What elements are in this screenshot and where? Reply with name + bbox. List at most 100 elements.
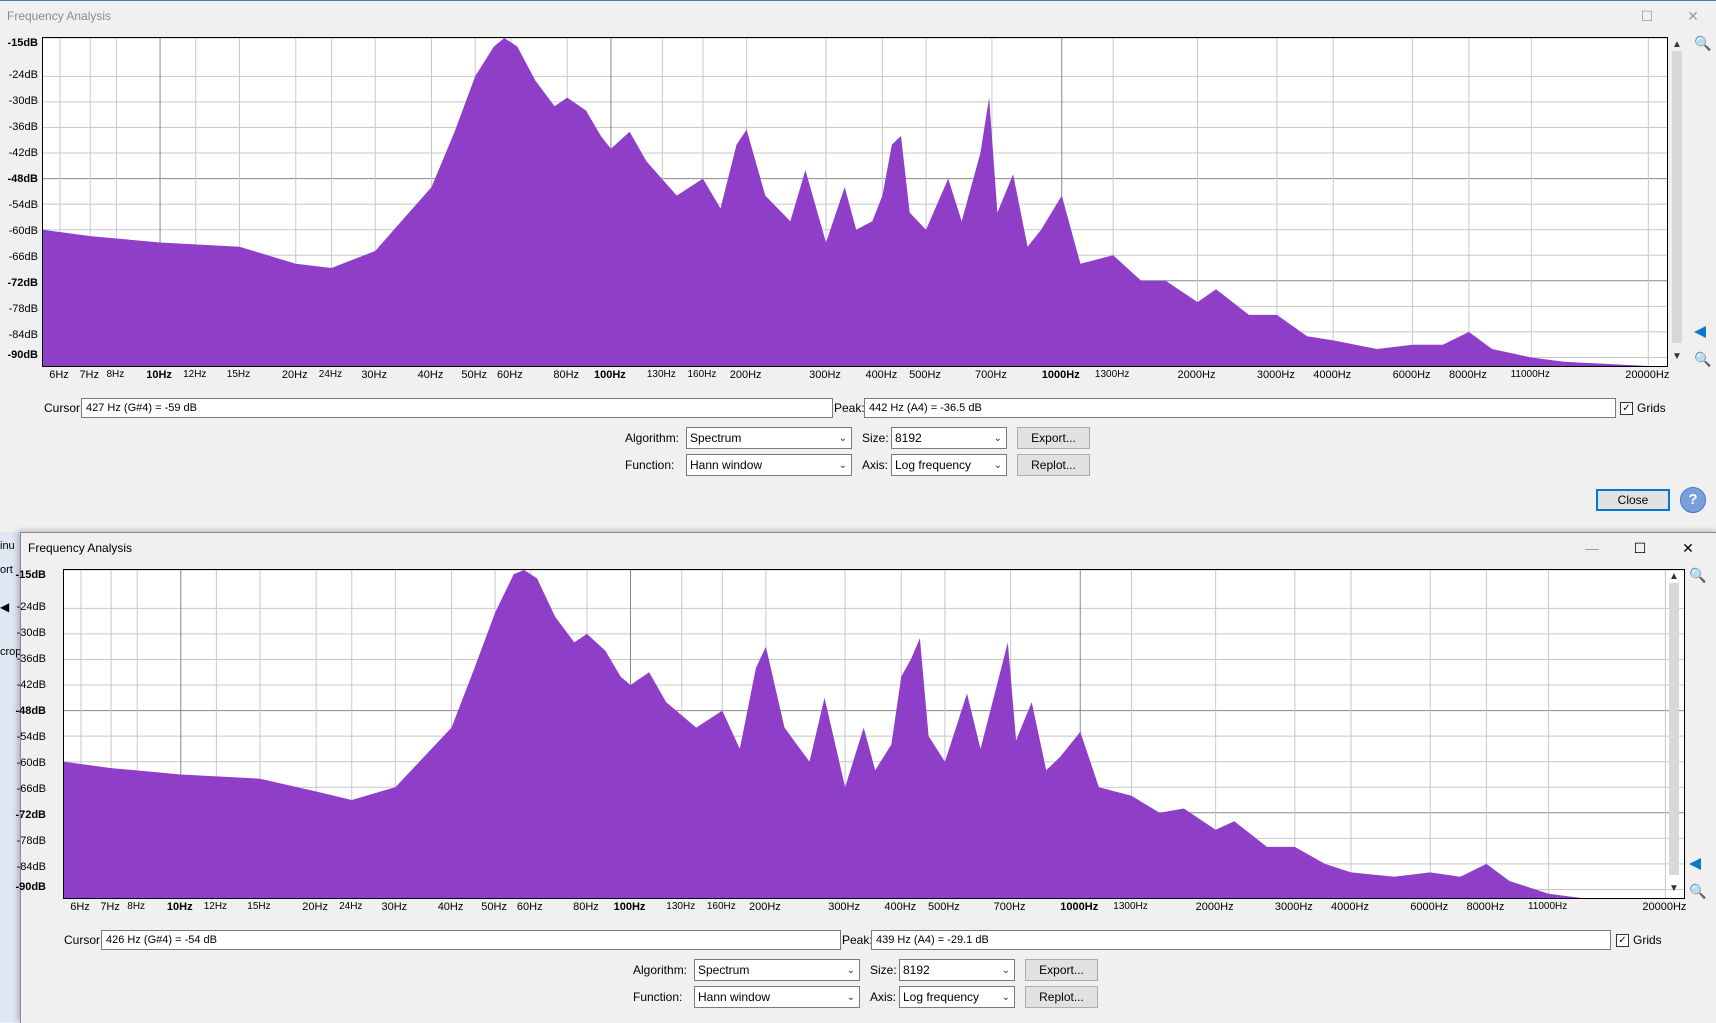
export-button[interactable]: Export... [1025,959,1098,981]
x-tick-label: 3000Hz [1256,369,1295,381]
y-tick-label: -54dB [8,199,38,211]
size-label: Size: [870,963,897,977]
maximize-button[interactable]: ☐ [1617,533,1663,563]
x-tick-label: 1000Hz [1060,901,1099,913]
axis-value: Log frequency [895,458,972,472]
chevron-down-icon: ⌄ [838,460,847,471]
x-tick-label: 20Hz [281,369,308,381]
help-icon[interactable]: ? [1680,487,1706,513]
vertical-scrollbar[interactable] [1672,51,1682,343]
x-tick-label: 15Hz [226,369,251,380]
zoom-in-icon[interactable]: 🔍 [1694,35,1711,52]
x-tick-label: 12Hz [203,901,228,912]
x-tick-label: 400Hz [865,369,898,381]
axis-select[interactable]: Log frequency ⌄ [891,454,1007,476]
grids-checkbox[interactable]: ✓ [1616,934,1629,947]
spectrum-area [64,570,1684,898]
y-tick-label: -90dB [7,349,38,361]
close-button[interactable]: Close [1596,489,1670,511]
algorithm-select[interactable]: Spectrum ⌄ [686,427,852,449]
maximize-icon: ☐ [1640,7,1654,24]
close-window-button[interactable]: ✕ [1665,533,1711,563]
y-tick-label: -42dB [8,147,38,159]
size-value: 8192 [903,963,930,977]
grids-checkbox[interactable]: ✓ [1620,402,1633,415]
size-select[interactable]: 8192 ⌄ [891,427,1007,449]
x-tick-label: 4000Hz [1331,901,1369,913]
zoom-in-icon[interactable]: 🔍 [1689,567,1706,584]
maximize-button[interactable]: ☐ [1624,1,1670,31]
y-tick-label: -48dB [15,705,46,717]
x-tick-label: 130Hz [666,901,696,912]
x-tick-label: 6Hz [70,901,90,913]
zoom-out-icon[interactable]: 🔍 [1694,351,1711,368]
y-tick-label: -72dB [7,277,38,289]
spectrum-svg [43,38,1667,366]
x-tick-label: 12Hz [183,369,207,380]
x-tick-label: 50Hz [461,369,488,381]
y-tick-label: -66dB [8,251,38,263]
peak-field: 439 Hz (A4) = -29.1 dB [871,930,1611,950]
x-tick-label: 200Hz [748,901,781,913]
y-tick-label: -36dB [16,653,46,665]
x-tick-label: 20Hz [302,901,328,913]
y-tick-label: -66dB [16,783,46,795]
minimize-button[interactable]: — [1569,533,1615,563]
x-tick-label: 500Hz [909,369,941,381]
x-tick-label: 30Hz [381,901,408,913]
x-tick-label: 100Hz [594,369,626,381]
chevron-down-icon: ⌄ [846,965,855,976]
x-tick-label: 60Hz [497,369,523,381]
grids-label: Grids [1637,401,1666,415]
scroll-up-button[interactable]: ▲ [1667,571,1681,582]
x-tick-label: 6000Hz [1392,369,1431,381]
export-button[interactable]: Export... [1017,427,1090,449]
scroll-down-button[interactable]: ▼ [1670,351,1684,362]
function-select[interactable]: Hann window ⌄ [686,454,852,476]
size-select[interactable]: 8192 ⌄ [899,959,1015,981]
y-tick-label: -54dB [16,731,46,743]
y-tick-label: -72dB [15,809,46,821]
y-tick-label: -48dB [7,173,38,185]
zoom-slider-handle[interactable] [1689,858,1701,870]
x-tick-label: 1000Hz [1041,369,1080,381]
replot-button[interactable]: Replot... [1025,986,1098,1008]
x-tick-label: 1300Hz [1113,901,1148,912]
x-tick-label: 160Hz [687,369,717,380]
algorithm-label: Algorithm: [625,431,680,445]
spectrum-plot[interactable] [42,37,1668,367]
zoom-out-icon[interactable]: 🔍 [1689,883,1706,900]
x-tick-label: 20000Hz [1642,901,1687,913]
scroll-down-button[interactable]: ▼ [1667,883,1681,894]
x-tick-label: 40Hz [437,901,464,913]
frequency-analysis-window-1: Frequency Analysis ☐ ✕ -15dB -24dB -30dB… [0,0,1716,533]
x-tick-label: 11000Hz [1510,369,1550,380]
axis-select[interactable]: Log frequency ⌄ [899,986,1015,1008]
x-tick-label: 8000Hz [1466,901,1505,913]
cursor-label: Cursor: [64,933,104,947]
scroll-up-button[interactable]: ▲ [1670,39,1684,50]
x-tick-label: 11000Hz [1527,901,1568,912]
vertical-scrollbar[interactable] [1669,583,1679,875]
background-text: inu [0,540,15,552]
replot-button[interactable]: Replot... [1017,454,1090,476]
function-label: Function: [625,458,675,472]
x-tick-label: 8Hz [106,369,125,380]
window-title: Frequency Analysis [28,541,133,555]
peak-label: Peak: [834,401,865,415]
x-tick-label: 30Hz [361,369,387,381]
axis-value: Log frequency [903,990,980,1004]
zoom-slider-handle[interactable] [1694,326,1706,338]
function-select[interactable]: Hann window ⌄ [694,986,860,1008]
y-tick-label: -84dB [16,861,46,873]
frequency-analysis-window-2: Frequency Analysis — ☐ ✕ -15dB -24dB -30… [15,532,1716,1023]
x-tick-label: 24Hz [339,901,363,912]
spectrum-plot[interactable] [63,569,1685,899]
y-tick-label: -30dB [8,95,38,107]
close-icon: ✕ [1682,539,1694,556]
x-tick-label: 1300Hz [1094,369,1130,380]
cursor-field: 427 Hz (G#4) = -59 dB [81,398,833,418]
close-window-button[interactable]: ✕ [1670,1,1716,31]
x-tick-label: 200Hz [729,369,762,381]
algorithm-select[interactable]: Spectrum ⌄ [694,959,860,981]
